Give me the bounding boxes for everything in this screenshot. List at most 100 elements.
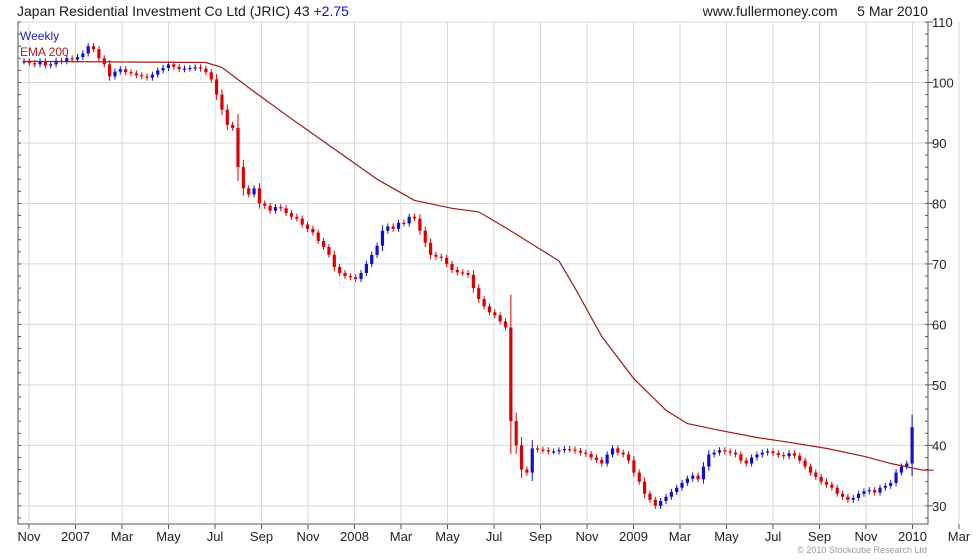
copyright-note: © 2010 Stockcube Research Ltd bbox=[797, 545, 927, 555]
x-tick-label: Jul bbox=[486, 529, 503, 544]
candle-body bbox=[241, 167, 245, 189]
candle-body bbox=[49, 64, 53, 66]
y-tick-label: 30 bbox=[932, 499, 946, 514]
candle-body bbox=[284, 208, 288, 214]
legend-weekly: Weekly bbox=[20, 29, 60, 43]
candle-body bbox=[461, 272, 465, 274]
candle-body bbox=[578, 450, 582, 453]
candle-body bbox=[675, 487, 679, 492]
candle-body bbox=[396, 222, 401, 229]
candle-body bbox=[835, 487, 839, 494]
candle-body bbox=[450, 263, 454, 270]
candle-body bbox=[209, 72, 213, 80]
candle-body bbox=[402, 222, 406, 224]
candle-body bbox=[338, 266, 342, 273]
candle-body bbox=[733, 452, 738, 455]
candle-body bbox=[857, 493, 861, 498]
candle-body bbox=[712, 452, 716, 455]
candle-body bbox=[605, 454, 609, 464]
x-tick-label: Mar bbox=[390, 529, 413, 544]
candle-body bbox=[493, 312, 497, 316]
candle-body bbox=[188, 67, 192, 70]
candle-body bbox=[696, 475, 700, 480]
candle-body bbox=[626, 454, 631, 461]
candle-body bbox=[445, 257, 449, 264]
candle-body bbox=[129, 72, 133, 74]
candle-body bbox=[316, 232, 320, 241]
candle-body bbox=[182, 68, 187, 70]
candle-body bbox=[204, 68, 208, 73]
candle-body bbox=[509, 327, 513, 422]
x-tick-label: 2009 bbox=[619, 529, 648, 544]
candle-body bbox=[894, 472, 898, 483]
candle-body bbox=[279, 207, 283, 209]
candle-body bbox=[75, 57, 80, 60]
candle-body bbox=[311, 228, 315, 233]
candle-body bbox=[803, 460, 807, 467]
candle-body bbox=[525, 469, 529, 473]
candle-body bbox=[231, 124, 235, 128]
candle-body bbox=[873, 490, 877, 493]
candle-body bbox=[412, 216, 417, 219]
candle-body bbox=[439, 256, 443, 258]
x-tick-label: May bbox=[714, 529, 739, 544]
candle-body bbox=[691, 475, 695, 479]
candle-body bbox=[750, 457, 754, 464]
candle-body bbox=[118, 69, 122, 72]
candle-body bbox=[166, 64, 171, 68]
candle-body bbox=[659, 501, 663, 506]
candle-body bbox=[782, 455, 786, 457]
candle-body bbox=[332, 254, 336, 267]
candle-body bbox=[236, 127, 240, 168]
candle-body bbox=[766, 451, 770, 453]
candle-body bbox=[198, 67, 203, 69]
candle-body bbox=[482, 299, 486, 307]
candle-body bbox=[305, 224, 310, 229]
candle-body bbox=[562, 449, 566, 451]
candle-body bbox=[717, 450, 722, 453]
candle-body bbox=[86, 46, 90, 54]
y-tick-label: 60 bbox=[932, 317, 946, 332]
candle-body bbox=[386, 226, 390, 231]
candle-body bbox=[225, 109, 229, 125]
candle-body bbox=[300, 218, 304, 225]
candle-body bbox=[680, 482, 684, 488]
candle-body bbox=[108, 64, 112, 77]
candle-body bbox=[247, 188, 251, 195]
candle-body bbox=[140, 75, 144, 77]
candle-body bbox=[648, 493, 652, 500]
candle-body bbox=[466, 273, 470, 275]
y-tick-label: 40 bbox=[932, 438, 946, 453]
candle-body bbox=[519, 445, 524, 470]
x-tick-label: Jul bbox=[765, 529, 782, 544]
candle-body bbox=[707, 454, 711, 467]
candle-body bbox=[359, 273, 363, 280]
candle-body bbox=[546, 450, 550, 452]
candle-body bbox=[455, 269, 459, 273]
x-tick-label: 2007 bbox=[61, 529, 90, 544]
candle-body bbox=[348, 276, 352, 278]
candle-body bbox=[541, 449, 545, 451]
x-tick-label: Mar bbox=[669, 529, 692, 544]
x-tick-label: Nov bbox=[17, 529, 41, 544]
candle-body bbox=[97, 49, 101, 59]
x-tick-label: 2008 bbox=[340, 529, 369, 544]
candle-body bbox=[471, 274, 475, 289]
candle-body bbox=[600, 459, 604, 464]
candle-body bbox=[685, 478, 689, 483]
candle-body bbox=[878, 487, 882, 493]
price-chart: 30 40 50 60 70 80 90 100 110 Nov 2007 Mar May Jul Sep… bbox=[17, 15, 970, 544]
candle-body bbox=[172, 64, 176, 67]
candle-body bbox=[530, 448, 534, 473]
candle-body bbox=[418, 218, 422, 231]
candle-body bbox=[503, 321, 508, 328]
candle-body bbox=[145, 76, 149, 78]
candle-body bbox=[273, 207, 278, 211]
y-tick-label: 90 bbox=[932, 136, 946, 151]
candle-body bbox=[594, 457, 599, 460]
candle-body bbox=[33, 63, 37, 65]
candle-body bbox=[113, 71, 117, 77]
x-tick-label: May bbox=[435, 529, 460, 544]
candle-body bbox=[889, 482, 893, 486]
y-tick-label: 100 bbox=[932, 75, 954, 90]
